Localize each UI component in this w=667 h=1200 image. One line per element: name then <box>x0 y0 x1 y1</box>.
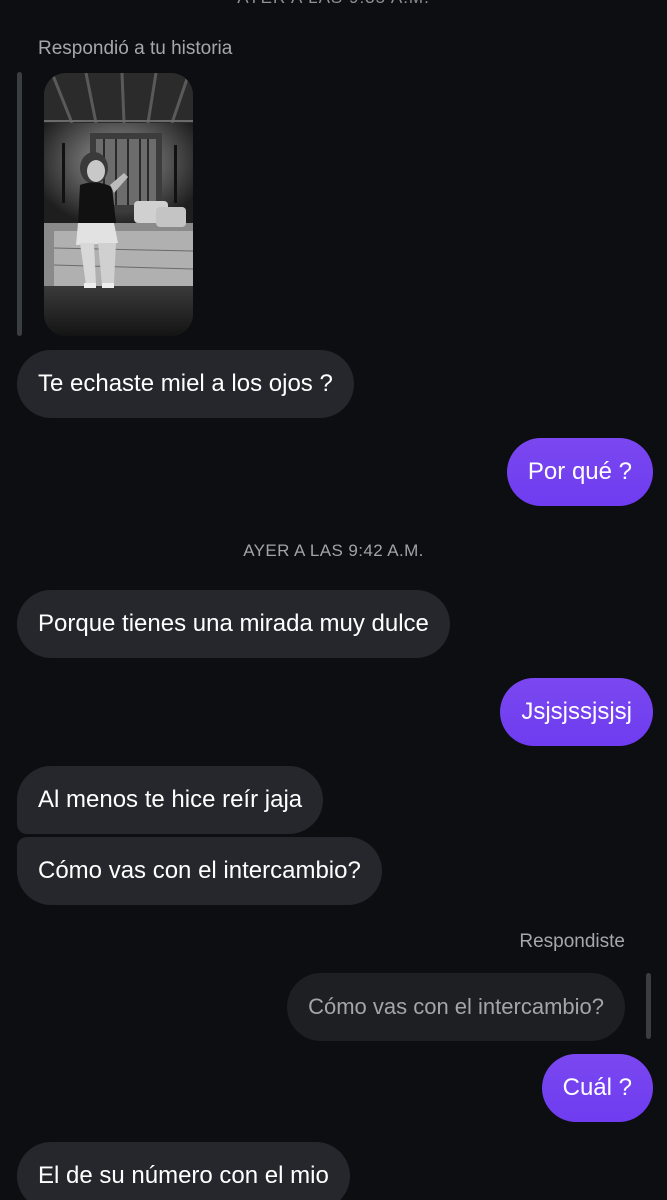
story-reply-bar <box>17 72 22 336</box>
chat-screen: AYER A LAS 9:35 A.M. Respondió a tu hist… <box>0 0 667 1200</box>
story-thumbnail[interactable] <box>44 73 193 336</box>
message-bubble-outgoing[interactable]: Cuál ? <box>541 1054 653 1122</box>
message-bubble-incoming[interactable]: Al menos te hice reír jaja <box>17 766 324 834</box>
story-reply-label: Respondió a tu historia <box>38 38 233 59</box>
story-photo-image <box>44 73 193 336</box>
message-bubble-incoming[interactable]: Te echaste miel a los ojos ? <box>17 350 354 418</box>
message-bubble-outgoing[interactable]: Jsjsjssjsjsj <box>500 678 653 746</box>
replied-label: Respondiste <box>519 931 625 952</box>
message-bubble-outgoing[interactable]: Por qué ? <box>506 438 653 506</box>
message-bubble-incoming[interactable]: Cómo vas con el intercambio? <box>17 837 382 905</box>
reply-quoted-message[interactable]: Cómo vas con el intercambio? <box>287 973 625 1041</box>
timestamp-label: AYER A LAS 9:42 A.M. <box>243 541 424 560</box>
message-bubble-incoming[interactable]: El de su número con el mio <box>17 1142 350 1200</box>
timestamp-cut: AYER A LAS 9:35 A.M. <box>0 0 667 8</box>
reply-quote-bar <box>646 973 651 1039</box>
message-bubble-incoming[interactable]: Porque tienes una mirada muy dulce <box>17 590 450 658</box>
